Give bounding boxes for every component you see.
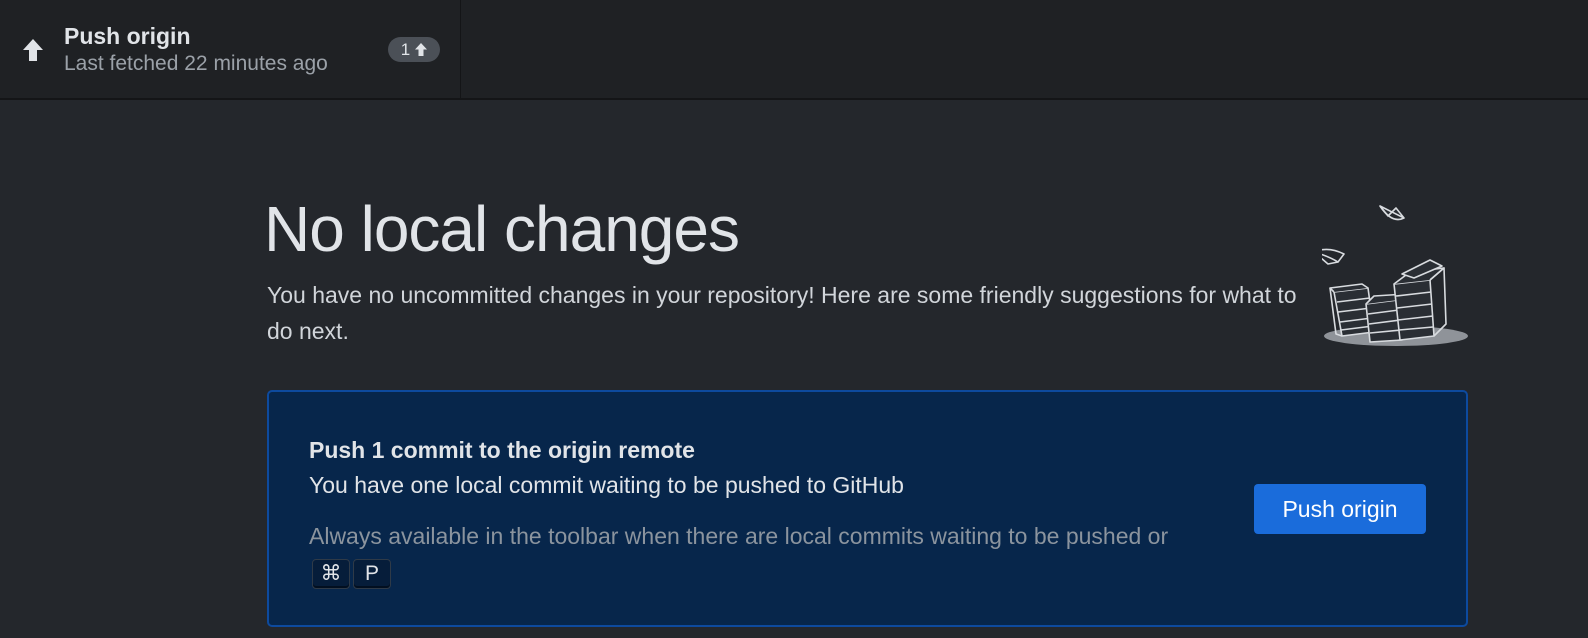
- paper-stacks-illustration: [1322, 205, 1468, 346]
- suggestion-hint-text: Always available in the toolbar when the…: [309, 523, 1169, 549]
- last-fetched-text: Last fetched 22 minutes ago: [64, 52, 328, 75]
- arrow-up-icon: [23, 39, 43, 61]
- command-key: ⌘: [312, 558, 350, 589]
- p-key: P: [353, 558, 391, 589]
- suggestion-description: You have one local commit waiting to be …: [309, 472, 904, 498]
- push-origin-button[interactable]: Push origin: [1254, 484, 1426, 534]
- ahead-count: 1: [400, 39, 411, 59]
- push-origin-toolbar-button[interactable]: Push origin Last fetched 22 minutes ago …: [2, 0, 461, 98]
- push-origin-title: Push origin: [64, 23, 191, 49]
- push-suggestion-card: Push 1 commit to the origin remote You h…: [267, 390, 1468, 627]
- page-title: No local changes: [264, 193, 740, 265]
- page-subtitle: You have no uncommitted changes in your …: [267, 282, 1297, 344]
- suggestion-title: Push 1 commit to the origin remote: [309, 437, 695, 463]
- toolbar: Push origin Last fetched 22 minutes ago …: [0, 0, 1588, 100]
- ahead-count-badge: 1: [388, 37, 440, 62]
- suggestion-hint: Always available in the toolbar when the…: [309, 518, 1169, 590]
- arrow-up-icon: [415, 43, 428, 56]
